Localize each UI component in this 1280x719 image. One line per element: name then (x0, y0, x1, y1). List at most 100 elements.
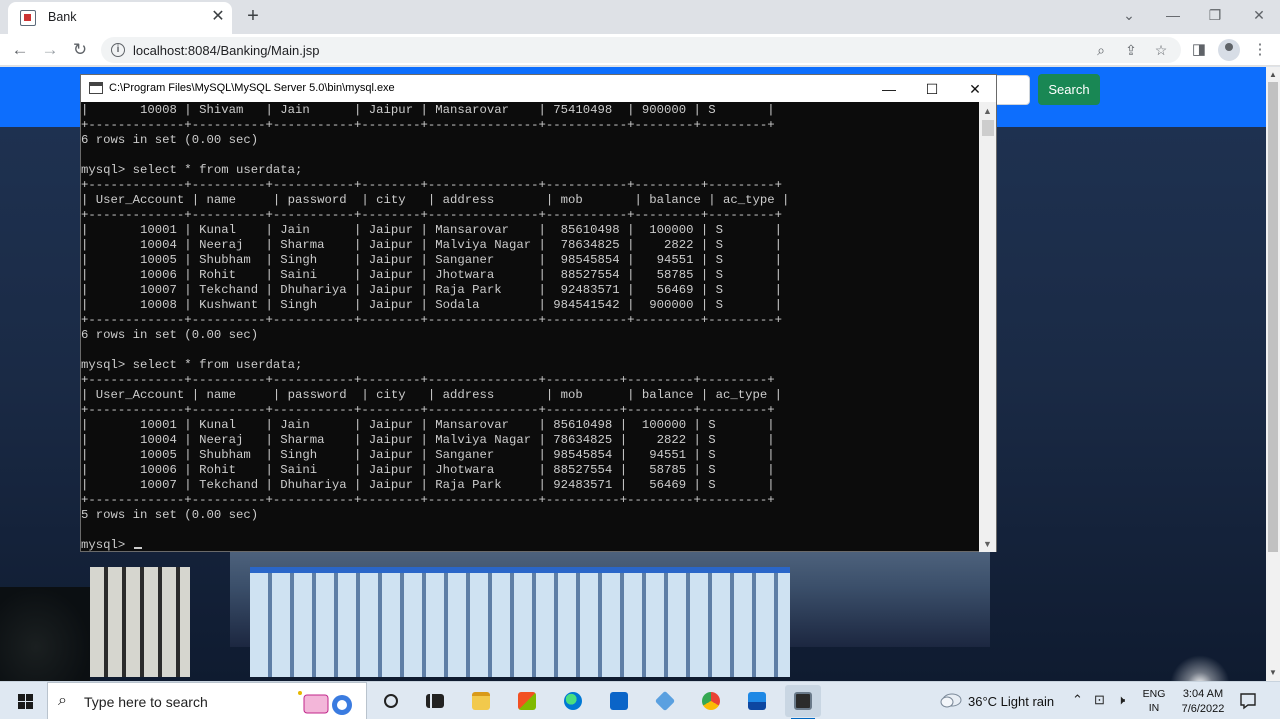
console-title: C:\Program Files\MySQL\MySQL Server 5.0\… (109, 82, 395, 94)
browser-toolbar: ← → ↻ i localhost:8084/Banking/Main.jsp … (0, 34, 1280, 66)
browser-menu-icon[interactable]: ⋮ (1248, 38, 1272, 62)
chrome-icon[interactable] (693, 685, 729, 717)
console-scrollbar-thumb[interactable] (982, 120, 994, 136)
console-app-icon (89, 82, 103, 94)
bookmark-star-icon[interactable]: ☆ (1151, 41, 1171, 59)
browser-close-button[interactable]: ✕ (1245, 4, 1273, 26)
tab-close-icon[interactable]: ✕ (208, 7, 228, 27)
page-scrollbar-thumb[interactable] (1268, 82, 1278, 552)
console-minimize-button[interactable]: — (874, 78, 904, 100)
chevron-up-icon[interactable]: ⌃ (1072, 692, 1083, 708)
edge-browser-icon[interactable] (555, 685, 591, 717)
console-titlebar[interactable]: C:\Program Files\MySQL\MySQL Server 5.0\… (81, 75, 996, 102)
url-text[interactable]: localhost:8084/Banking/Main.jsp (133, 43, 319, 58)
console-output[interactable]: | 10008 | Shivam | Jain | Jaipur | Mansa… (81, 102, 979, 552)
weather-text[interactable]: 36°C Light rain (968, 694, 1054, 709)
windows-start-icon[interactable] (4, 682, 44, 719)
bank-favicon-icon (20, 10, 36, 26)
language-code: ENG (1142, 688, 1166, 700)
console-maximize-button[interactable]: ☐ (917, 78, 947, 100)
site-search-button[interactable]: Search (1038, 74, 1100, 105)
side-panel-icon[interactable]: ◨ (1187, 38, 1211, 62)
tab-title: Bank (48, 10, 77, 24)
console-line: | 10006 | Rohit | Saini | Jaipur | Jhotw… (81, 463, 775, 477)
tab-search-chevron-icon[interactable]: ⌄ (1115, 4, 1143, 26)
microsoft-store-icon[interactable] (509, 685, 545, 717)
region-code: IN (1148, 702, 1160, 714)
windows-taskbar: ⌕ Type here to search 36°C Light rain ⌃ … (0, 681, 1280, 719)
console-line: | 10004 | Neeraj | Sharma | Jaipur | Mal… (81, 238, 783, 252)
task-view-icon[interactable] (373, 685, 409, 717)
console-line: +-------------+----------+-----------+--… (81, 118, 775, 132)
console-line: +-------------+----------+-----------+--… (81, 313, 783, 327)
browser-tab-strip: Bank ✕ + ⌄ — ❐ ✕ (0, 0, 1280, 34)
console-line: 5 rows in set (0.00 sec) (81, 508, 259, 522)
file-explorer-icon[interactable] (463, 685, 499, 717)
console-line: | User_Account | name | password | city … (81, 193, 790, 207)
language-indicator[interactable]: ENG IN (1141, 687, 1167, 715)
console-scroll-down-icon[interactable]: ▼ (979, 537, 996, 551)
cloud-rain-icon (940, 693, 962, 708)
back-arrow-icon[interactable]: ← (8, 38, 32, 62)
browser-restore-button[interactable]: ❐ (1201, 4, 1229, 26)
network-icon[interactable]: ⊡ (1094, 692, 1105, 708)
share-icon[interactable]: ⇪ (1121, 41, 1141, 59)
console-line: 6 rows in set (0.00 sec) (81, 328, 259, 342)
zoom-icon[interactable]: ⌕ (1091, 41, 1111, 59)
clock-date: 7/6/2022 (1181, 703, 1225, 715)
console-line: +-------------+----------+-----------+--… (81, 373, 775, 387)
console-line: | 10005 | Shubham | Singh | Jaipur | San… (81, 448, 775, 462)
address-bar[interactable]: i localhost:8084/Banking/Main.jsp ⌕ ⇪ ☆ (101, 37, 1181, 63)
console-line: | 10001 | Kunal | Jain | Jaipur | Mansar… (81, 418, 775, 432)
console-line: | User_Account | name | password | city … (81, 388, 783, 402)
console-line: | 10001 | Kunal | Jain | Jaipur | Mansar… (81, 223, 783, 237)
profile-avatar-icon[interactable] (1218, 39, 1240, 61)
console-line: | 10005 | Shubham | Singh | Jaipur | San… (81, 253, 783, 267)
console-line: mysql> select * from userdata; (81, 358, 303, 372)
photos-icon[interactable] (739, 685, 775, 717)
mysql-console-window[interactable]: C:\Program Files\MySQL\MySQL Server 5.0\… (80, 74, 997, 552)
hero-glass-facade (250, 567, 790, 677)
console-line: mysql> (81, 538, 789, 552)
console-scroll-up-icon[interactable]: ▲ (979, 104, 996, 118)
console-line: | 10007 | Tekchand | Dhuhariya | Jaipur … (81, 478, 775, 492)
3d-app-icon[interactable] (647, 685, 683, 717)
site-info-icon[interactable]: i (111, 43, 125, 57)
taskbar-search-box[interactable]: ⌕ Type here to search (47, 682, 367, 719)
notification-icon[interactable] (1238, 691, 1258, 711)
console-line: mysql> select * from userdata; (81, 163, 303, 177)
new-tab-button[interactable]: + (242, 5, 264, 27)
forward-arrow-icon[interactable]: → (38, 38, 62, 62)
console-close-button[interactable]: ✕ (960, 78, 990, 100)
mysql-console-taskbar-icon[interactable] (785, 685, 821, 719)
browser-minimize-button[interactable]: — (1159, 4, 1187, 26)
hero-tree-silhouette (0, 587, 90, 681)
console-line: | 10004 | Neeraj | Sharma | Jaipur | Mal… (81, 433, 775, 447)
reload-icon[interactable]: ↻ (68, 38, 92, 62)
console-line: 6 rows in set (0.00 sec) (81, 133, 259, 147)
console-line: | 10008 | Shivam | Jain | Jaipur | Mansa… (81, 103, 775, 117)
system-clock[interactable]: 3:04 AM 7/6/2022 (1172, 687, 1234, 717)
browser-tab[interactable]: Bank ✕ (8, 2, 232, 34)
console-line: +-------------+----------+-----------+--… (81, 493, 775, 507)
volume-muted-icon[interactable]: 🕨 (1117, 692, 1125, 708)
taskbar-search-placeholder: Type here to search (84, 694, 208, 710)
page-scroll-down-icon[interactable]: ▼ (1266, 666, 1280, 680)
console-cursor (133, 547, 142, 549)
console-line: +-------------+----------+-----------+--… (81, 208, 783, 222)
console-line: +-------------+----------+-----------+--… (81, 178, 783, 192)
mail-icon[interactable] (601, 685, 637, 717)
widgets-icon[interactable] (417, 685, 453, 717)
console-line: | 10008 | Kushwant | Singh | Jaipur | So… (81, 298, 783, 312)
search-highlight-art-icon (298, 691, 352, 715)
console-scrollbar[interactable] (979, 102, 996, 552)
console-line: | 10006 | Rohit | Saini | Jaipur | Jhotw… (81, 268, 783, 282)
console-line: | 10007 | Tekchand | Dhuhariya | Jaipur … (81, 283, 783, 297)
hero-street-light (1170, 655, 1230, 681)
clock-time: 3:04 AM (1182, 688, 1224, 700)
page-scroll-up-icon[interactable]: ▲ (1266, 68, 1280, 82)
hero-side-building (90, 567, 190, 677)
